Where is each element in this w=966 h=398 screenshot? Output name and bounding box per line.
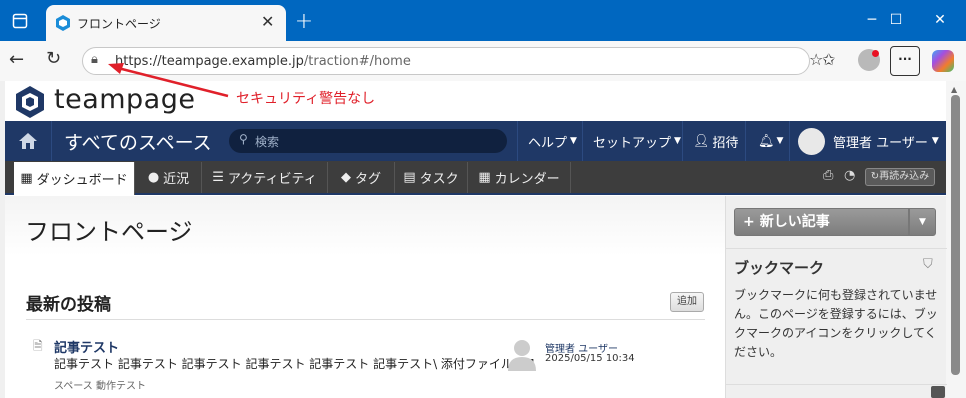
section-divider [26,319,705,320]
notifications-menu[interactable]: 🔔︎ ▼ [745,121,789,161]
teampage-logo-icon [14,86,46,121]
plus-icon: + [743,214,755,230]
refresh-small-icon: ↻ [870,171,880,182]
reload-button[interactable]: ↻再読み込み [865,168,935,186]
profile-avatar[interactable] [858,49,880,71]
help-menu[interactable]: ヘルプ ▼ [517,121,581,161]
new-article-button[interactable]: + 新しい記事 [734,208,909,236]
new-tab-icon[interactable]: + [284,3,324,39]
tag-icon: ◆ [340,170,351,185]
annotation-label: セキュリティ警告なし [236,91,376,107]
browser-tab-strip: フロントページ ✕ + ─ ☐ ✕ [0,0,966,41]
bookmark-icon[interactable]: ⛉ [923,257,933,272]
tab-title: フロントページ [77,17,161,31]
browser-tab[interactable]: フロントページ ✕ [46,5,286,41]
print-icon[interactable]: ⎙ [823,168,833,183]
add-button[interactable]: 追加 [670,292,704,312]
tab-news[interactable]: ● 近況 [136,162,202,193]
new-article-dropdown-icon[interactable]: ▼ [909,208,936,236]
setup-menu[interactable]: セットアップ ▼ [582,121,682,161]
page-header: フロントページ [5,196,725,256]
author-avatar [507,337,537,371]
tab-activity[interactable]: ☰ アクティビティ [202,162,328,193]
sub-nav-bar: ▦ ダッシュボード ● 近況 ☰ アクティビティ ◆ タグ ▤ タスク ▦ カレンダー ⎙ … [5,161,946,195]
favorites-list-icon[interactable]: ✩ [822,50,835,69]
search-placeholder: 検索 [255,135,280,149]
document-icon: 🗎︎ [33,339,43,353]
page-title: フロントページ [25,218,193,246]
calendar-icon: ▦ [478,170,491,185]
rss-icon[interactable]: ◔ [844,168,855,183]
dashboard-icon: ▦ [20,171,33,186]
tab-calendar[interactable]: ▦ カレンダー [468,162,571,193]
post-title-link[interactable]: 記事テスト [54,337,119,356]
section-title: 最新の投稿 [26,295,111,315]
tab-actions-icon[interactable] [0,3,40,39]
teampage-favicon [55,15,71,34]
settings-more-button[interactable]: ··· [890,46,920,76]
tab-tags[interactable]: ◆ タグ [328,162,395,193]
bookmark-text: ブックマークに何も登録されていません。このページを登録するには、ブックマークのア… [734,288,938,359]
invite-button[interactable]: 👤︎ 招待 [682,121,744,161]
add-user-icon: 👤︎ [693,133,710,149]
all-spaces-title[interactable]: すべてのスペース [51,121,216,161]
close-window-icon[interactable]: ✕ [920,2,960,38]
lock-icon[interactable]: 🔒︎ [91,52,98,67]
task-icon: ▤ [403,170,416,185]
comment-icon: ● [147,170,160,185]
back-icon[interactable]: ← [9,49,24,70]
search-input[interactable]: ⚲ 検索 [229,129,507,153]
maximize-icon[interactable]: ☐ [876,2,916,38]
tab-dashboard[interactable]: ▦ ダッシュボード [14,162,135,195]
post-date: 2025/05/15 10:34 [545,353,635,364]
user-menu[interactable]: 管理者 ユーザー ▼ [789,121,946,161]
annotation-arrow-icon [108,63,229,98]
copilot-icon[interactable] [932,50,954,72]
avatar [798,127,825,155]
home-icon[interactable] [5,121,51,161]
close-tab-icon[interactable]: ✕ [261,12,274,31]
main-nav-bar: すべてのスペース ⚲ 検索 ヘルプ ▼ セットアップ ▼ 👤︎ 招待 🔔︎ ▼ 管理者 … [5,121,946,161]
post-body: 記事テスト 記事テスト 記事テスト 記事テスト 記事テスト 記事テスト\ 添付フ… [54,357,537,371]
bookmark-title: ブックマーク [734,259,825,277]
tab-tasks[interactable]: ▤ タスク [395,162,468,193]
search-icon: ⚲ [239,132,248,146]
scrollbar[interactable]: ▲ [946,81,966,398]
bell-icon: 🔔︎ [758,133,775,149]
post-meta[interactable]: スペース 動作テスト [54,377,146,392]
list-icon: ☰ [212,170,224,185]
refresh-icon[interactable]: ↻ [46,48,61,69]
sidebar: + 新しい記事 ▼ ブックマーク ⛉ ブックマークに何も登録されていません。このペ… [725,196,947,398]
